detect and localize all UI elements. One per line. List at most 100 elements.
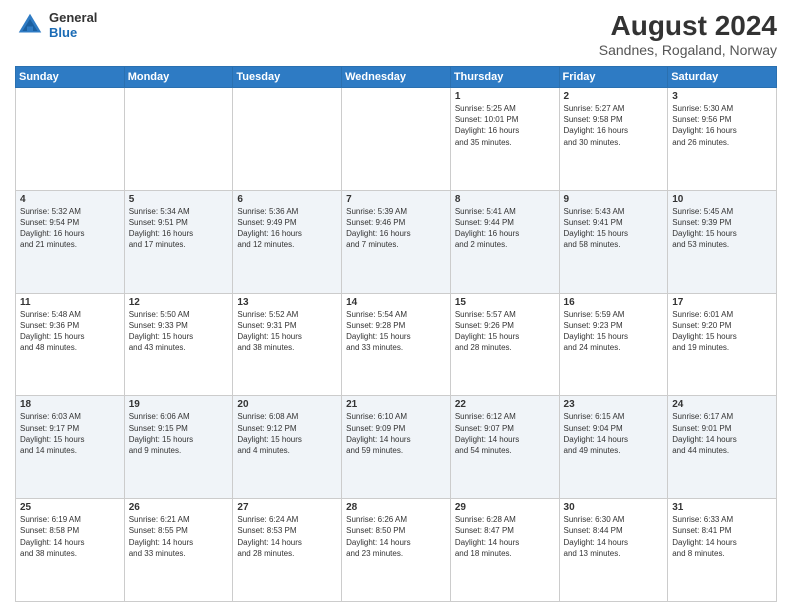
day-info: Sunrise: 5:41 AM Sunset: 9:44 PM Dayligh… (455, 206, 555, 251)
day-number: 18 (20, 399, 120, 410)
day-number: 4 (20, 194, 120, 205)
calendar-cell: 19Sunrise: 6:06 AM Sunset: 9:15 PM Dayli… (124, 396, 233, 499)
calendar-day-header: Saturday (668, 67, 777, 88)
day-number: 2 (564, 91, 664, 102)
day-number: 19 (129, 399, 229, 410)
calendar-cell: 20Sunrise: 6:08 AM Sunset: 9:12 PM Dayli… (233, 396, 342, 499)
calendar: SundayMondayTuesdayWednesdayThursdayFrid… (15, 66, 777, 602)
day-number: 16 (564, 297, 664, 308)
day-info: Sunrise: 6:28 AM Sunset: 8:47 PM Dayligh… (455, 514, 555, 559)
calendar-cell: 8Sunrise: 5:41 AM Sunset: 9:44 PM Daylig… (450, 190, 559, 293)
day-number: 25 (20, 502, 120, 513)
title-block: August 2024 Sandnes, Rogaland, Norway (599, 10, 777, 58)
calendar-cell: 21Sunrise: 6:10 AM Sunset: 9:09 PM Dayli… (342, 396, 451, 499)
day-info: Sunrise: 6:08 AM Sunset: 9:12 PM Dayligh… (237, 411, 337, 456)
calendar-cell: 13Sunrise: 5:52 AM Sunset: 9:31 PM Dayli… (233, 293, 342, 396)
day-info: Sunrise: 6:19 AM Sunset: 8:58 PM Dayligh… (20, 514, 120, 559)
day-number: 17 (672, 297, 772, 308)
day-number: 29 (455, 502, 555, 513)
day-info: Sunrise: 5:50 AM Sunset: 9:33 PM Dayligh… (129, 309, 229, 354)
calendar-cell: 17Sunrise: 6:01 AM Sunset: 9:20 PM Dayli… (668, 293, 777, 396)
calendar-cell: 22Sunrise: 6:12 AM Sunset: 9:07 PM Dayli… (450, 396, 559, 499)
calendar-cell (16, 88, 125, 191)
calendar-cell: 4Sunrise: 5:32 AM Sunset: 9:54 PM Daylig… (16, 190, 125, 293)
day-info: Sunrise: 6:17 AM Sunset: 9:01 PM Dayligh… (672, 411, 772, 456)
logo-text: General Blue (49, 10, 97, 40)
calendar-cell: 16Sunrise: 5:59 AM Sunset: 9:23 PM Dayli… (559, 293, 668, 396)
calendar-cell: 25Sunrise: 6:19 AM Sunset: 8:58 PM Dayli… (16, 499, 125, 602)
day-info: Sunrise: 6:30 AM Sunset: 8:44 PM Dayligh… (564, 514, 664, 559)
calendar-cell: 29Sunrise: 6:28 AM Sunset: 8:47 PM Dayli… (450, 499, 559, 602)
day-number: 9 (564, 194, 664, 205)
day-number: 22 (455, 399, 555, 410)
day-number: 14 (346, 297, 446, 308)
day-info: Sunrise: 5:32 AM Sunset: 9:54 PM Dayligh… (20, 206, 120, 251)
day-number: 8 (455, 194, 555, 205)
calendar-cell: 2Sunrise: 5:27 AM Sunset: 9:58 PM Daylig… (559, 88, 668, 191)
calendar-week-row: 4Sunrise: 5:32 AM Sunset: 9:54 PM Daylig… (16, 190, 777, 293)
calendar-cell: 1Sunrise: 5:25 AM Sunset: 10:01 PM Dayli… (450, 88, 559, 191)
day-number: 24 (672, 399, 772, 410)
calendar-cell: 5Sunrise: 5:34 AM Sunset: 9:51 PM Daylig… (124, 190, 233, 293)
logo: General Blue (15, 10, 97, 40)
month-year: August 2024 (599, 10, 777, 42)
calendar-week-row: 1Sunrise: 5:25 AM Sunset: 10:01 PM Dayli… (16, 88, 777, 191)
calendar-cell: 15Sunrise: 5:57 AM Sunset: 9:26 PM Dayli… (450, 293, 559, 396)
day-info: Sunrise: 6:06 AM Sunset: 9:15 PM Dayligh… (129, 411, 229, 456)
day-info: Sunrise: 5:43 AM Sunset: 9:41 PM Dayligh… (564, 206, 664, 251)
day-number: 30 (564, 502, 664, 513)
location: Sandnes, Rogaland, Norway (599, 42, 777, 58)
day-info: Sunrise: 5:34 AM Sunset: 9:51 PM Dayligh… (129, 206, 229, 251)
calendar-cell: 26Sunrise: 6:21 AM Sunset: 8:55 PM Dayli… (124, 499, 233, 602)
day-number: 11 (20, 297, 120, 308)
calendar-cell (342, 88, 451, 191)
day-number: 15 (455, 297, 555, 308)
day-number: 7 (346, 194, 446, 205)
day-number: 26 (129, 502, 229, 513)
day-info: Sunrise: 6:24 AM Sunset: 8:53 PM Dayligh… (237, 514, 337, 559)
day-info: Sunrise: 5:27 AM Sunset: 9:58 PM Dayligh… (564, 103, 664, 148)
day-info: Sunrise: 5:57 AM Sunset: 9:26 PM Dayligh… (455, 309, 555, 354)
day-info: Sunrise: 6:03 AM Sunset: 9:17 PM Dayligh… (20, 411, 120, 456)
calendar-cell: 23Sunrise: 6:15 AM Sunset: 9:04 PM Dayli… (559, 396, 668, 499)
day-number: 1 (455, 91, 555, 102)
calendar-cell: 24Sunrise: 6:17 AM Sunset: 9:01 PM Dayli… (668, 396, 777, 499)
calendar-day-header: Monday (124, 67, 233, 88)
day-number: 3 (672, 91, 772, 102)
day-number: 6 (237, 194, 337, 205)
calendar-cell: 14Sunrise: 5:54 AM Sunset: 9:28 PM Dayli… (342, 293, 451, 396)
calendar-day-header: Wednesday (342, 67, 451, 88)
day-info: Sunrise: 5:39 AM Sunset: 9:46 PM Dayligh… (346, 206, 446, 251)
day-number: 27 (237, 502, 337, 513)
day-info: Sunrise: 6:10 AM Sunset: 9:09 PM Dayligh… (346, 411, 446, 456)
calendar-cell (124, 88, 233, 191)
page: General Blue August 2024 Sandnes, Rogala… (0, 0, 792, 612)
day-info: Sunrise: 5:59 AM Sunset: 9:23 PM Dayligh… (564, 309, 664, 354)
calendar-cell: 30Sunrise: 6:30 AM Sunset: 8:44 PM Dayli… (559, 499, 668, 602)
calendar-cell: 27Sunrise: 6:24 AM Sunset: 8:53 PM Dayli… (233, 499, 342, 602)
day-info: Sunrise: 5:30 AM Sunset: 9:56 PM Dayligh… (672, 103, 772, 148)
day-info: Sunrise: 6:21 AM Sunset: 8:55 PM Dayligh… (129, 514, 229, 559)
calendar-header-row: SundayMondayTuesdayWednesdayThursdayFrid… (16, 67, 777, 88)
calendar-day-header: Sunday (16, 67, 125, 88)
calendar-day-header: Tuesday (233, 67, 342, 88)
calendar-cell: 7Sunrise: 5:39 AM Sunset: 9:46 PM Daylig… (342, 190, 451, 293)
calendar-cell: 18Sunrise: 6:03 AM Sunset: 9:17 PM Dayli… (16, 396, 125, 499)
day-number: 28 (346, 502, 446, 513)
calendar-day-header: Thursday (450, 67, 559, 88)
day-info: Sunrise: 5:52 AM Sunset: 9:31 PM Dayligh… (237, 309, 337, 354)
day-number: 31 (672, 502, 772, 513)
day-info: Sunrise: 5:45 AM Sunset: 9:39 PM Dayligh… (672, 206, 772, 251)
day-number: 21 (346, 399, 446, 410)
header: General Blue August 2024 Sandnes, Rogala… (15, 10, 777, 58)
calendar-week-row: 18Sunrise: 6:03 AM Sunset: 9:17 PM Dayli… (16, 396, 777, 499)
day-number: 23 (564, 399, 664, 410)
day-number: 20 (237, 399, 337, 410)
calendar-cell: 28Sunrise: 6:26 AM Sunset: 8:50 PM Dayli… (342, 499, 451, 602)
calendar-week-row: 25Sunrise: 6:19 AM Sunset: 8:58 PM Dayli… (16, 499, 777, 602)
logo-general: General (49, 10, 97, 25)
calendar-cell: 3Sunrise: 5:30 AM Sunset: 9:56 PM Daylig… (668, 88, 777, 191)
calendar-day-header: Friday (559, 67, 668, 88)
day-number: 10 (672, 194, 772, 205)
day-info: Sunrise: 6:15 AM Sunset: 9:04 PM Dayligh… (564, 411, 664, 456)
